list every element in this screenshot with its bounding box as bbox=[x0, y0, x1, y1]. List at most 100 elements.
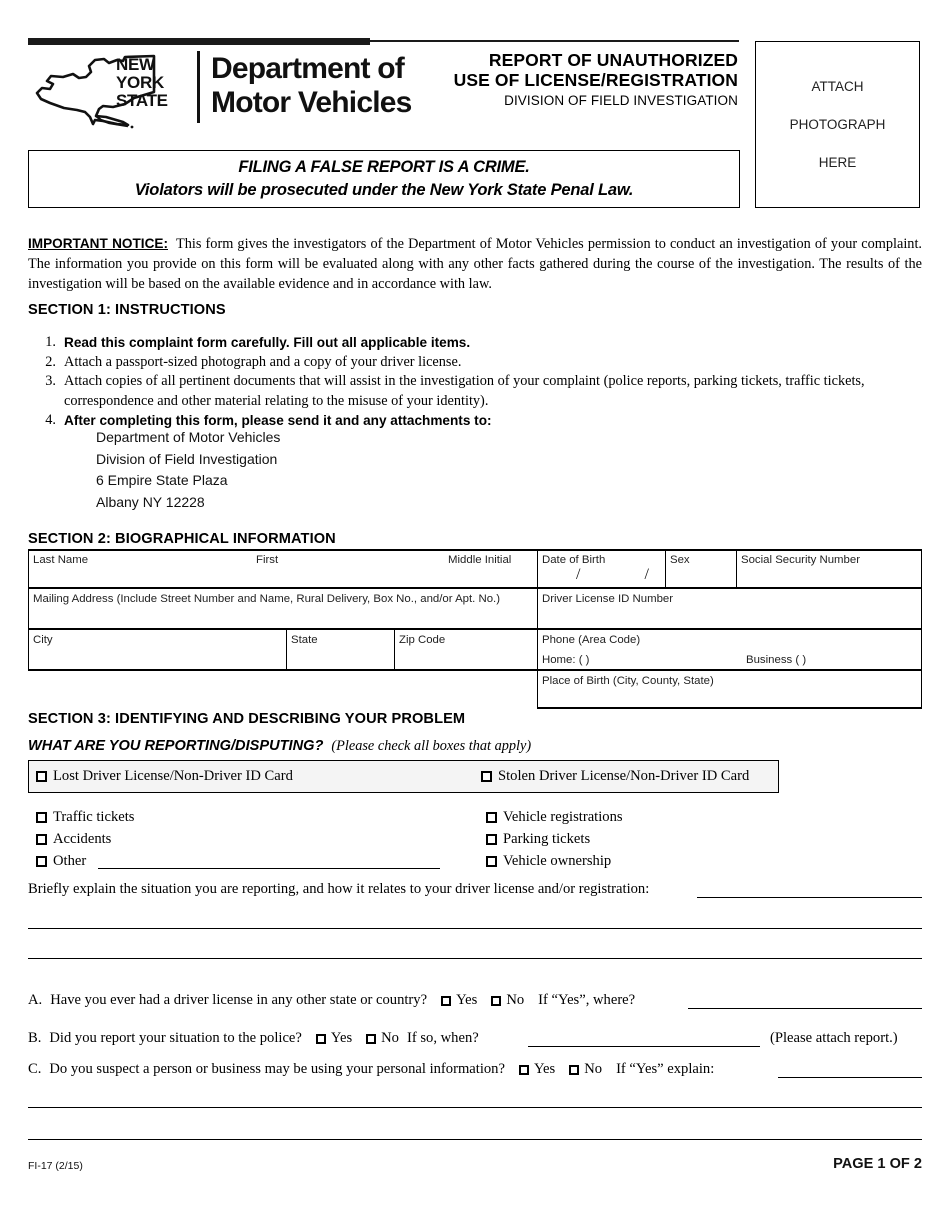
checkbox-option-accidents[interactable]: Accidents bbox=[36, 831, 111, 848]
input-date-of-birth[interactable] bbox=[542, 569, 660, 586]
checkbox-icon[interactable] bbox=[486, 812, 497, 823]
label-middle-initial: Middle Initial bbox=[448, 554, 512, 566]
form-title-block: REPORT OF UNAUTHORIZED USE OF LICENSE/RE… bbox=[318, 50, 738, 110]
input-business-phone[interactable] bbox=[828, 652, 888, 667]
instruction-text: Attach a passport-sized photograph and a… bbox=[64, 353, 462, 370]
checkbox-option-lost-license[interactable]: Lost Driver License/Non-Driver ID Card bbox=[36, 768, 293, 785]
label-phone: Phone (Area Code) bbox=[542, 634, 641, 646]
question-b-yes-label: Yes bbox=[330, 1030, 353, 1046]
address-line: Department of Motor Vehicles bbox=[96, 429, 281, 445]
logo-divider bbox=[197, 51, 200, 123]
checkbox-icon-c-yes[interactable] bbox=[518, 1064, 529, 1075]
instructions-list: 1. Read this complaint form carefully. F… bbox=[42, 333, 922, 431]
checkbox-icon[interactable] bbox=[481, 771, 492, 782]
checkbox-icon[interactable] bbox=[36, 812, 47, 823]
input-question-b-answer[interactable] bbox=[528, 1046, 760, 1048]
input-last-name[interactable] bbox=[33, 569, 248, 586]
checkbox-icon[interactable] bbox=[36, 856, 47, 867]
label-date-of-birth: Date of Birth bbox=[542, 554, 606, 566]
input-explain-line-3[interactable] bbox=[28, 958, 922, 960]
checkbox-icon-b-yes[interactable] bbox=[315, 1033, 326, 1044]
question-b-note-text: (Please attach report.) bbox=[770, 1030, 898, 1046]
question-b-note: (Please attach report.) bbox=[770, 1030, 898, 1047]
table-rule-row1 bbox=[28, 587, 922, 589]
instruction-item: 2. Attach a passport-sized photograph an… bbox=[42, 353, 922, 373]
biographical-information-table: Last Name First Middle Initial Date of B… bbox=[28, 549, 922, 709]
label-mailing-address: Mailing Address (Include Street Number a… bbox=[33, 593, 501, 605]
important-notice-label: IMPORTANT NOTICE: bbox=[28, 236, 168, 251]
input-other-description[interactable] bbox=[98, 868, 440, 870]
nys-logo-line-state: STATE bbox=[116, 91, 168, 110]
checkbox-label: Other bbox=[53, 853, 87, 869]
input-city[interactable] bbox=[33, 648, 281, 666]
question-a-yes-label: Yes bbox=[456, 992, 478, 1008]
checkbox-option-vehicle-registrations[interactable]: Vehicle registrations bbox=[486, 809, 623, 826]
input-explain-line-2[interactable] bbox=[28, 928, 922, 930]
checkbox-icon[interactable] bbox=[36, 771, 47, 782]
table-rule-row3 bbox=[28, 669, 922, 671]
instruction-text: Read this complaint form carefully. Fill… bbox=[64, 335, 471, 350]
input-zip-code[interactable] bbox=[399, 648, 531, 666]
input-mailing-address[interactable] bbox=[33, 608, 528, 626]
checkbox-label: Vehicle ownership bbox=[503, 853, 612, 869]
important-notice: IMPORTANT NOTICE: This form gives the inv… bbox=[28, 234, 922, 294]
table-border-left bbox=[28, 549, 29, 669]
page-number: PAGE 1 OF 2 bbox=[833, 1156, 922, 1172]
table-rule-row2 bbox=[28, 628, 922, 630]
label-city: City bbox=[33, 634, 53, 646]
input-extra-line-2[interactable] bbox=[28, 1139, 922, 1141]
input-first-name[interactable] bbox=[256, 569, 436, 586]
nys-logo-line-york: YORK bbox=[116, 73, 164, 92]
checkbox-label: Lost Driver License/Non-Driver ID Card bbox=[53, 768, 293, 784]
question-a-followup: If “Yes”, where? bbox=[538, 992, 636, 1008]
input-driver-license-id[interactable] bbox=[542, 608, 916, 626]
input-state[interactable] bbox=[291, 648, 389, 666]
reporting-question-line: WHAT ARE YOU REPORTING/DISPUTING? (Please… bbox=[28, 737, 531, 755]
checkbox-option-parking-tickets[interactable]: Parking tickets bbox=[486, 831, 590, 848]
input-extra-line-1[interactable] bbox=[28, 1107, 922, 1109]
checkbox-label: Stolen Driver License/Non-Driver ID Card bbox=[498, 768, 750, 784]
instruction-number: 1. bbox=[45, 334, 56, 350]
checkbox-option-vehicle-ownership[interactable]: Vehicle ownership bbox=[486, 853, 611, 870]
attach-photograph-box[interactable]: ATTACH PHOTOGRAPH HERE bbox=[755, 41, 920, 208]
header-rule-thin bbox=[370, 40, 739, 42]
input-question-c-answer[interactable] bbox=[778, 1077, 922, 1079]
checkbox-option-traffic-tickets[interactable]: Traffic tickets bbox=[36, 809, 134, 826]
checkbox-icon-c-no[interactable] bbox=[569, 1064, 580, 1075]
input-middle-initial[interactable] bbox=[448, 569, 533, 586]
question-b-followup: If so, when? bbox=[406, 1030, 479, 1046]
question-b-text: Did you report your situation to the pol… bbox=[49, 1030, 302, 1046]
input-home-phone[interactable] bbox=[584, 652, 644, 667]
question-a-no-label: No bbox=[506, 992, 525, 1008]
checkbox-icon-b-no[interactable] bbox=[366, 1033, 377, 1044]
section1-heading: SECTION 1: INSTRUCTIONS bbox=[28, 302, 226, 318]
checkbox-option-other[interactable]: Other bbox=[36, 853, 86, 870]
checkbox-icon-a-no[interactable] bbox=[491, 995, 502, 1006]
checkbox-icon[interactable] bbox=[36, 834, 47, 845]
label-place-of-birth: Place of Birth (City, County, State) bbox=[542, 675, 714, 687]
input-question-a-answer[interactable] bbox=[688, 1008, 922, 1010]
checkbox-icon[interactable] bbox=[486, 856, 497, 867]
form-title-line2: USE OF LICENSE/REGISTRATION bbox=[453, 70, 738, 90]
input-place-of-birth[interactable] bbox=[542, 689, 916, 705]
instruction-number: 3. bbox=[45, 373, 56, 389]
address-line: Albany NY 12228 bbox=[96, 493, 205, 510]
instruction-item: 3. Attach copies of all pertinent docume… bbox=[42, 372, 922, 411]
checkbox-icon-a-yes[interactable] bbox=[441, 995, 452, 1006]
label-last-name: Last Name bbox=[33, 554, 89, 566]
input-ssn[interactable] bbox=[741, 569, 916, 586]
checkbox-label: Accidents bbox=[53, 831, 112, 847]
form-title-line1: REPORT OF UNAUTHORIZED bbox=[488, 50, 738, 70]
explain-prompt: Briefly explain the situation you are re… bbox=[28, 881, 649, 898]
nys-logo-wordmark: NEW YORK STATE bbox=[116, 56, 168, 110]
label-zip-code: Zip Code bbox=[399, 634, 446, 646]
checkbox-label: Parking tickets bbox=[503, 831, 591, 847]
input-sex[interactable] bbox=[670, 569, 732, 586]
question-a-text: Have you ever had a driver license in an… bbox=[50, 992, 428, 1008]
mailing-address-block: Department of Motor Vehicles Division of… bbox=[96, 427, 280, 513]
form-subtitle: DIVISION OF FIELD INVESTIGATION bbox=[504, 93, 738, 108]
checkbox-icon[interactable] bbox=[486, 834, 497, 845]
section2-heading: SECTION 2: BIOGRAPHICAL INFORMATION bbox=[28, 531, 336, 547]
checkbox-option-stolen-license[interactable]: Stolen Driver License/Non-Driver ID Card bbox=[481, 768, 749, 785]
input-explain-line-1[interactable] bbox=[697, 897, 922, 899]
